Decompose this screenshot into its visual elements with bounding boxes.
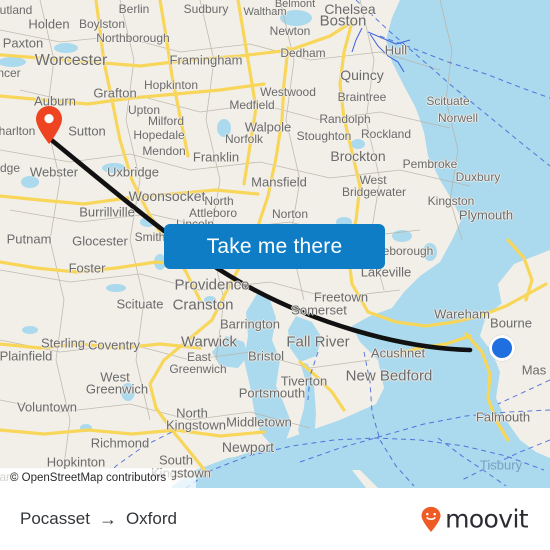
destination-dot[interactable] [489, 335, 515, 361]
moovit-pin-icon [420, 506, 442, 532]
moovit-trip-map-screen: utland Holden Boylston Berlin Sudbury Waltham… [0, 0, 550, 550]
map-canvas[interactable]: utland Holden Boylston Berlin Sudbury Waltham… [0, 0, 550, 488]
moovit-wordmark: moovit [445, 504, 528, 534]
moovit-logo[interactable]: moovit [420, 504, 529, 534]
pin-shape [36, 106, 62, 144]
route-origin: Pocasset [20, 509, 90, 528]
route-arrow-icon: → [98, 509, 117, 529]
route-title: Pocasset → Oxford [20, 509, 177, 529]
origin-pin[interactable] [34, 105, 64, 145]
map-attribution[interactable]: © OpenStreetMap contributors [0, 469, 173, 488]
route-destination: Oxford [125, 509, 177, 528]
footer-bar: Pocasset → Oxford moovit [0, 488, 550, 550]
pin-inner-dot [44, 114, 54, 124]
take-me-there-button[interactable]: Take me there [164, 224, 385, 269]
